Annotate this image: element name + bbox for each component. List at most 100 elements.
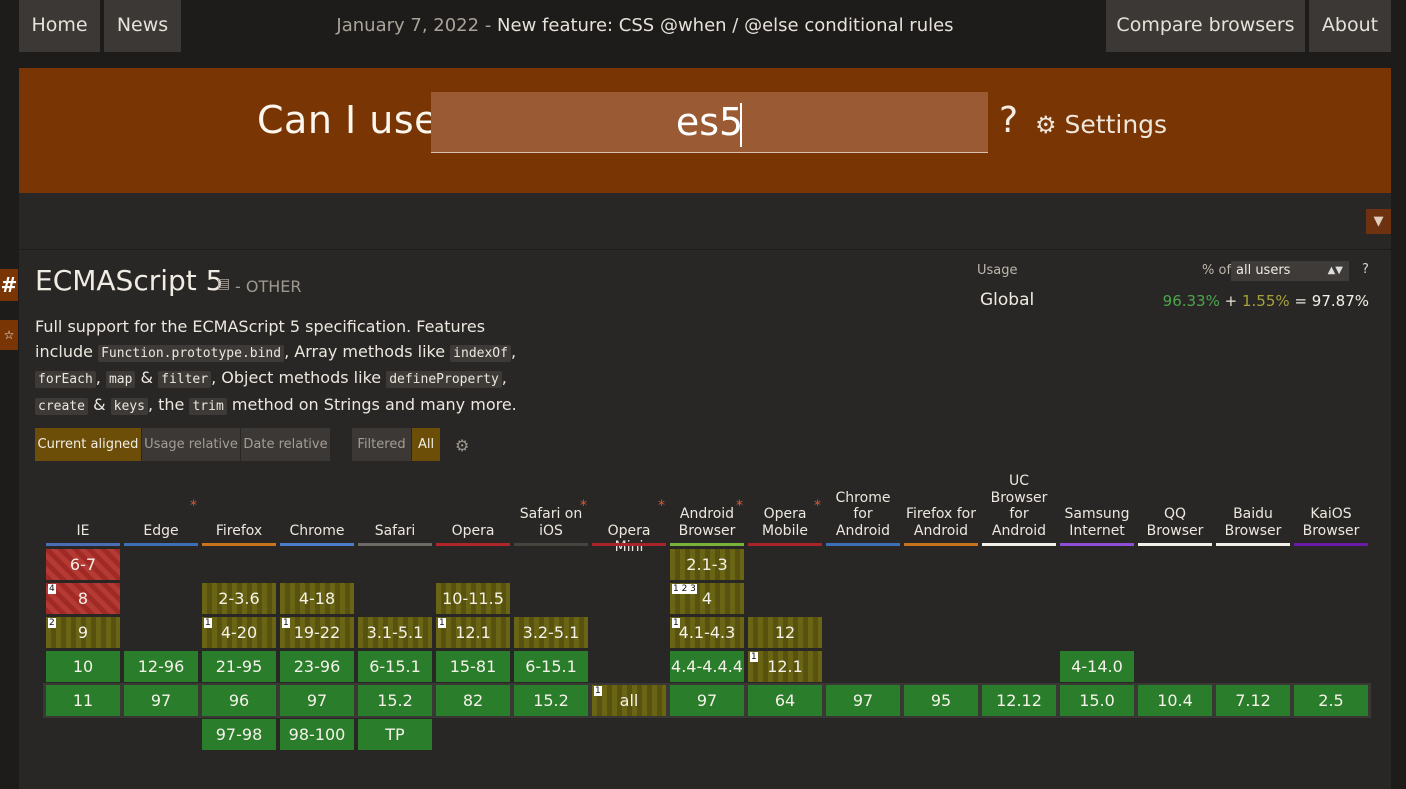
support-cell[interactable]: 4.4-4.4.4 (670, 651, 744, 682)
announcement-date: January 7, 2022 (336, 15, 480, 36)
feature-description: Full support for the ECMAScript 5 specif… (35, 317, 517, 415)
browser-color-bar (982, 543, 1056, 546)
support-cell[interactable]: 15.2 (358, 685, 432, 716)
nav-about[interactable]: About (1309, 0, 1391, 52)
support-cell[interactable]: TP (358, 719, 432, 750)
support-cell[interactable]: 10.4 (1138, 685, 1212, 716)
browser-header[interactable]: Edge (124, 523, 198, 540)
version-range: 11 (72, 691, 94, 710)
support-cell[interactable]: 84 (46, 583, 120, 614)
browser-header[interactable]: Opera (436, 523, 510, 540)
browser-header[interactable]: Opera Mobile (748, 506, 822, 539)
filtered-toggle[interactable]: Filtered (352, 428, 411, 461)
note-badge: 4 (48, 584, 56, 594)
support-cell[interactable]: 97-98 (202, 719, 276, 750)
usage-help-button[interactable]: ? (1362, 262, 1369, 277)
browser-header[interactable]: Chrome (280, 523, 354, 540)
support-cell[interactable]: 12 (748, 617, 822, 648)
browser-header[interactable]: Firefox for Android (904, 506, 978, 539)
support-cell[interactable]: 64 (748, 685, 822, 716)
support-cell[interactable]: 15.2 (514, 685, 588, 716)
support-cell[interactable]: 6-7 (46, 549, 120, 580)
support-cell[interactable]: 12.12 (982, 685, 1056, 716)
filter-icon[interactable]: ▼ (1366, 209, 1391, 234)
date-relative-toggle[interactable]: Date relative (241, 428, 330, 461)
support-cell[interactable]: 98-100 (280, 719, 354, 750)
desc-code: map (105, 371, 136, 388)
support-cell[interactable]: 4.1-4.3 1 (670, 617, 744, 648)
nav-news[interactable]: News (104, 0, 181, 52)
support-cell[interactable]: 3.1-5.1 (358, 617, 432, 648)
usage-total: 97.87% (1311, 292, 1369, 310)
support-cell[interactable]: 97 (124, 685, 198, 716)
support-cell[interactable]: 4-14.0 (1060, 651, 1134, 682)
announcement-text[interactable]: New feature: CSS @when / @else condition… (497, 15, 954, 36)
all-toggle[interactable]: All (412, 428, 440, 461)
browser-header[interactable]: UC Browser for Android (982, 473, 1056, 539)
support-cell[interactable]: 82 (436, 685, 510, 716)
browser-header[interactable]: Samsung Internet (1060, 506, 1134, 539)
prefix-asterisk: * (190, 498, 197, 514)
search-help-button[interactable]: ? (999, 100, 1018, 141)
support-cell[interactable]: 97 (670, 685, 744, 716)
usage-equals: = (1294, 292, 1308, 310)
support-cell[interactable]: 10-11.5 (436, 583, 510, 614)
news-announcement[interactable]: January 7, 2022 - New feature: CSS @when… (300, 0, 990, 52)
current-aligned-toggle[interactable]: Current aligned (35, 428, 141, 461)
browser-header[interactable]: Safari (358, 523, 432, 540)
support-cell[interactable]: 2.5 (1294, 685, 1368, 716)
support-cell[interactable]: 15.0 (1060, 685, 1134, 716)
nav-compare-browsers[interactable]: Compare browsers (1106, 0, 1305, 52)
support-cell[interactable]: 4 1 2 3 (670, 583, 744, 614)
support-cell[interactable]: 10 (46, 651, 120, 682)
nav-home[interactable]: Home (19, 0, 100, 52)
usage-numbers: 96.33% + 1.55% = 97.87% (1159, 292, 1369, 310)
support-cell[interactable]: 12.1 1 (436, 617, 510, 648)
support-cell[interactable]: 6-15.1 (358, 651, 432, 682)
support-cell[interactable]: 96 (202, 685, 276, 716)
usage-relative-toggle[interactable]: Usage relative (142, 428, 240, 461)
browser-header[interactable]: Opera Mini (592, 523, 666, 556)
browser-header[interactable]: Android Browser (670, 506, 744, 539)
permalink-hash-button[interactable]: # (0, 269, 18, 301)
support-cell[interactable]: 97 (280, 685, 354, 716)
support-cell[interactable]: 2-3.6 (202, 583, 276, 614)
usage-region: Global (980, 290, 1035, 310)
support-cell[interactable]: 3.2-5.1 (514, 617, 588, 648)
support-cell[interactable]: 23-96 (280, 651, 354, 682)
support-cell[interactable]: 92 (46, 617, 120, 648)
support-cell[interactable]: 7.12 (1216, 685, 1290, 716)
support-cell[interactable]: 6-15.1 (514, 651, 588, 682)
users-select[interactable]: all users ▲▼ (1231, 261, 1349, 281)
browser-color-bar (124, 543, 198, 546)
settings-button[interactable]: ⚙ Settings (1035, 110, 1167, 139)
support-cell[interactable]: 15-81 (436, 651, 510, 682)
version-range: 4.4-4.4.4 (671, 657, 743, 676)
browser-header[interactable]: Baidu Browser (1216, 506, 1290, 539)
search-input[interactable] (431, 92, 988, 153)
support-cell[interactable]: 21-95 (202, 651, 276, 682)
support-cell[interactable]: 12-96 (124, 651, 198, 682)
star-icon[interactable]: ☆ (0, 320, 18, 350)
support-cell[interactable]: 12.1 1 (748, 651, 822, 682)
table-settings-gear-icon[interactable]: ⚙ (455, 436, 469, 455)
note-badge: 1 (204, 618, 212, 628)
browser-header[interactable]: QQ Browser (1138, 506, 1212, 539)
browser-header[interactable]: IE (46, 523, 120, 540)
document-icon[interactable]: ▤ (217, 276, 230, 292)
gear-icon: ⚙ (1035, 111, 1057, 139)
support-cell[interactable]: 11 (46, 685, 120, 716)
browser-color-bar (280, 543, 354, 546)
support-cell[interactable]: 19-22 1 (280, 617, 354, 648)
support-cell[interactable]: 2.1-3 (670, 549, 744, 580)
browser-header[interactable]: Chrome for Android (826, 490, 900, 540)
browser-header[interactable]: Firefox (202, 523, 276, 540)
support-cell[interactable]: 95 (904, 685, 978, 716)
support-cell[interactable]: 4-18 (280, 583, 354, 614)
support-cell[interactable]: 4-20 1 (202, 617, 276, 648)
version-range: 97 (852, 691, 874, 710)
browser-header[interactable]: Safari on iOS (514, 506, 588, 539)
browser-header[interactable]: KaiOS Browser (1294, 506, 1368, 539)
support-cell[interactable]: all 1 (592, 685, 666, 716)
support-cell[interactable]: 97 (826, 685, 900, 716)
